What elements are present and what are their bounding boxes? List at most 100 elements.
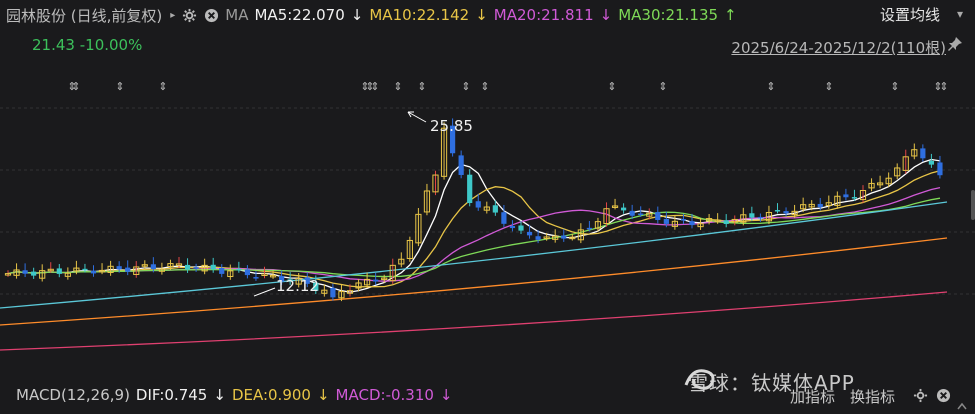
candle	[859, 185, 867, 203]
candlesticks[interactable]	[4, 118, 943, 302]
stock-title[interactable]: 园林股份 (日线,前复权)	[6, 5, 162, 26]
candle	[31, 267, 37, 279]
candle	[765, 205, 773, 225]
macd-title[interactable]: MACD(12,26,9)	[16, 386, 130, 404]
candle	[723, 214, 729, 228]
candle	[227, 264, 234, 280]
candle	[330, 283, 336, 301]
candle	[406, 236, 413, 262]
ma30-arrow: ↑	[724, 6, 737, 24]
candle	[13, 263, 20, 279]
candle	[107, 260, 114, 276]
candle	[373, 273, 379, 285]
dif-arrow: ↓	[213, 386, 226, 404]
candle	[621, 203, 627, 214]
add-indicator-button[interactable]: 加指标	[790, 386, 835, 407]
candle	[774, 203, 781, 214]
candle	[4, 270, 12, 277]
candle	[432, 170, 439, 196]
ma5-line	[7, 158, 941, 293]
dea-arrow: ↓	[316, 386, 330, 404]
candle	[655, 206, 661, 224]
candle	[64, 267, 71, 280]
date-range[interactable]: 2025/6/24-2025/12/2(110根)	[731, 37, 946, 58]
candle	[158, 262, 166, 275]
candle	[697, 217, 704, 230]
price-change: -10.00%	[79, 36, 143, 54]
candle	[244, 265, 250, 279]
candle	[56, 263, 62, 278]
candle	[193, 263, 199, 272]
switch-indicator-button[interactable]: 换指标	[850, 386, 895, 407]
low-price-label: 12.12	[276, 277, 319, 295]
candlestick-chart[interactable]: ⇕⇕ ⇕ ⇕ ⇕⇕⇕ ⇕ ⇕ ⇕ ⇕ ⇕ ⇕ ⇕ ⇕ ⇕ ⇕⇕ 25.85 12.12	[0, 70, 975, 370]
candle	[843, 188, 849, 201]
ma30-value: MA30:21.135	[618, 6, 719, 24]
candle	[458, 150, 464, 179]
event-marker-icon: ⇕	[658, 80, 667, 93]
macd-value: MACD:-0.310	[335, 386, 434, 404]
ma250-line	[0, 291, 948, 351]
candle	[894, 163, 901, 180]
candle	[184, 258, 191, 273]
current-price: 21.43	[32, 36, 75, 54]
event-marker-icon: ⇕	[480, 80, 489, 93]
pin-icon[interactable]	[947, 36, 963, 56]
ma20-value: MA20:21.811	[493, 6, 594, 24]
candle	[868, 178, 875, 192]
candle	[125, 260, 131, 276]
event-marker-icon: ⇕	[824, 80, 833, 93]
event-marker-icon: ⇕	[461, 80, 470, 93]
close-icon[interactable]	[203, 7, 219, 23]
candle	[937, 155, 943, 179]
ma10-arrow: ↓	[475, 6, 488, 24]
event-marker-icon: ⇕	[158, 80, 167, 93]
candle	[902, 149, 909, 174]
event-marker-icon: ⇕	[370, 80, 379, 93]
candle	[552, 229, 559, 243]
candle	[219, 264, 225, 278]
ma20-line	[7, 186, 941, 282]
moving-average-lines	[0, 158, 948, 351]
candle	[928, 153, 934, 168]
candle	[236, 261, 242, 273]
settings-ma-button[interactable]: 设置均线	[880, 4, 940, 25]
ma5-arrow: ↓	[350, 6, 364, 24]
ma-label: MA	[225, 6, 249, 24]
event-marker-icon: ⇕	[417, 80, 426, 93]
close-icon[interactable]	[936, 388, 951, 407]
event-markers[interactable]: ⇕⇕ ⇕ ⇕ ⇕⇕⇕ ⇕ ⇕ ⇕ ⇕ ⇕ ⇕ ⇕ ⇕ ⇕ ⇕⇕	[67, 80, 948, 93]
dea-value: DEA:0.900	[231, 386, 311, 404]
candle	[389, 258, 396, 284]
gear-icon[interactable]	[913, 388, 928, 407]
event-marker-icon: ⇕	[393, 80, 402, 93]
candle	[920, 144, 926, 162]
chart-header: 园林股份 (日线,前复权) ▸ MA MA5:22.070 ↓ MA10:22.…	[0, 4, 743, 26]
candle	[877, 175, 884, 189]
event-marker-icon: ⇕	[607, 80, 616, 93]
candle	[261, 266, 268, 279]
candle	[611, 198, 619, 210]
candle	[398, 252, 405, 268]
gear-icon[interactable]	[181, 7, 197, 23]
ma20-arrow: ↓	[599, 6, 613, 24]
event-marker-icon: ⇕	[890, 80, 899, 93]
ma5-value: MA5:22.070	[254, 6, 345, 24]
candle	[467, 169, 473, 207]
candle	[141, 260, 148, 269]
title-dropdown-caret-icon[interactable]: ▸	[170, 10, 175, 21]
high-price-label: 25.85	[430, 117, 473, 135]
macd-arrow: ↓	[439, 386, 453, 404]
dif-value: DIF:0.745	[135, 386, 208, 404]
quote-row: 21.43 -10.00%	[32, 36, 142, 54]
event-marker-icon: ⇕	[71, 80, 80, 93]
event-marker-icon: ⇕	[939, 80, 948, 93]
candle	[415, 208, 422, 247]
candle	[714, 213, 721, 224]
ma10-value: MA10:22.142	[369, 6, 470, 24]
vertical-scrollbar[interactable]	[971, 190, 975, 220]
event-marker-icon: ⇕	[115, 80, 124, 93]
chevron-down-icon[interactable]: ▾	[957, 7, 963, 21]
candle	[423, 183, 431, 216]
scroll-up-icon[interactable]	[957, 395, 967, 414]
